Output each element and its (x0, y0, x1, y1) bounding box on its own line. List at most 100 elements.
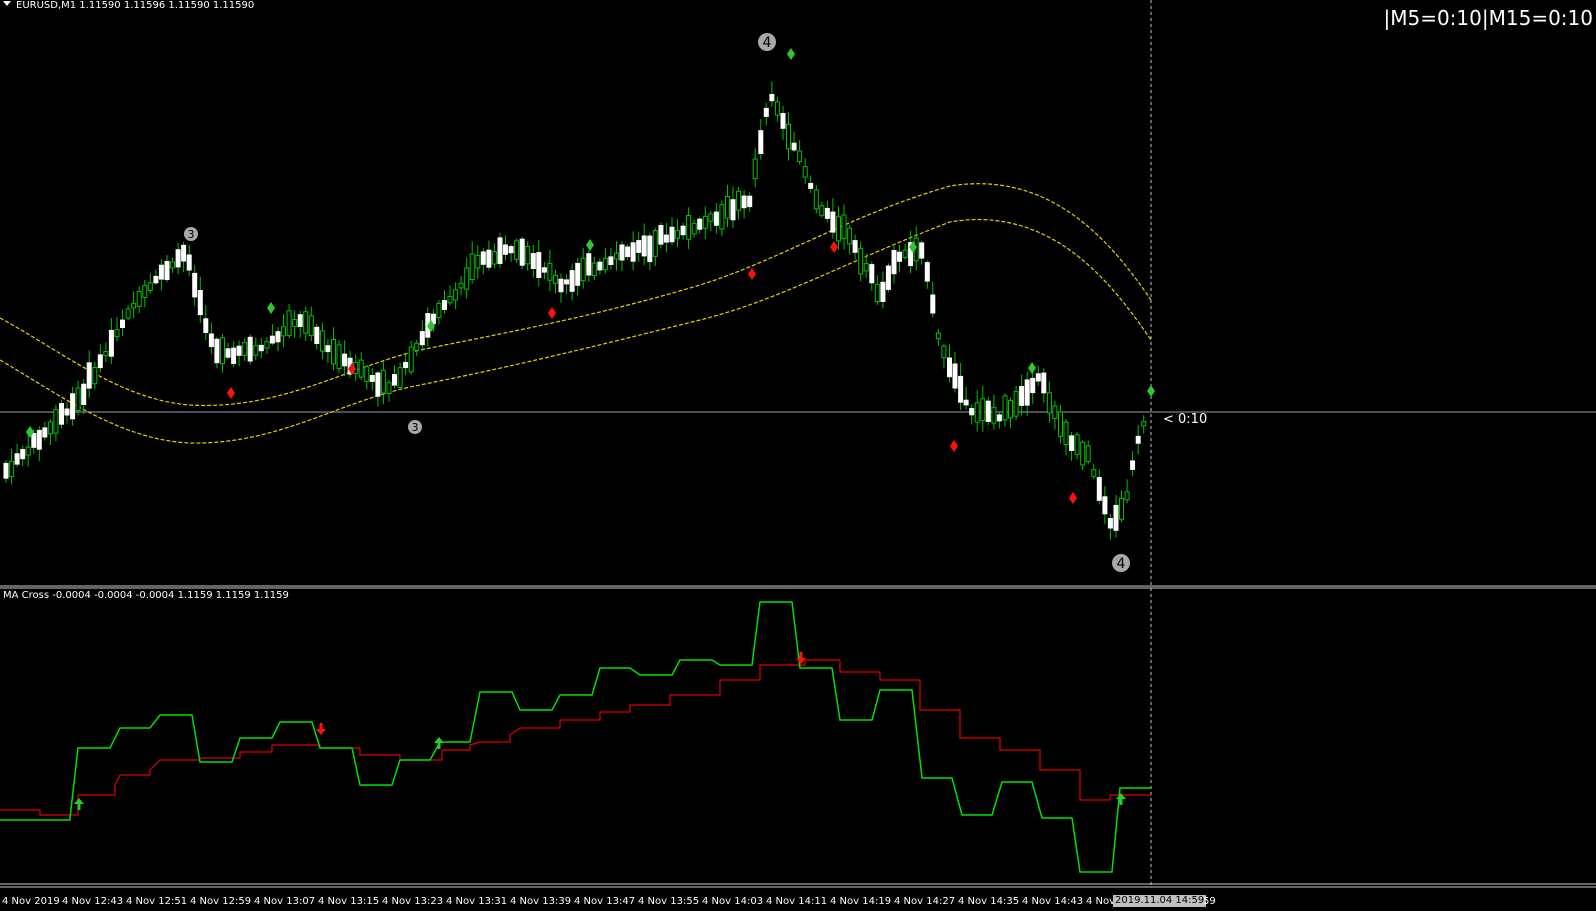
candle-body (780, 113, 786, 129)
candle-body (1041, 372, 1047, 394)
time-axis-tick: 4 Nov 2019 (2, 896, 60, 907)
candle-body (331, 339, 336, 365)
candle-body (763, 107, 769, 117)
candle-body (319, 330, 325, 352)
candle-body (869, 264, 875, 284)
candle-body (891, 250, 897, 275)
candle-body (336, 344, 342, 369)
time-axis-tick: 4 Nov 13:07 (254, 896, 316, 907)
candle-body (469, 253, 475, 280)
candle-body (969, 408, 975, 416)
candle-body (1096, 477, 1102, 501)
candle-body (308, 315, 314, 336)
candle-body (125, 308, 131, 319)
candle-body (614, 252, 619, 260)
candle-body (436, 302, 442, 318)
candle-body (586, 253, 592, 276)
candle-body (919, 242, 925, 259)
time-axis-tick: 4 Nov 14:19 (830, 896, 892, 907)
wave-label-top: 4 (758, 33, 776, 51)
time-axis-tick: 4 Nov 13:31 (446, 896, 508, 907)
candle-body (747, 195, 753, 208)
time-axis-tick: 4 Nov 13:15 (318, 896, 380, 907)
time-axis-tick: 4 Nov 14:11 (766, 896, 828, 907)
candle-body (680, 225, 686, 236)
candle-body (952, 363, 958, 389)
candle-body (569, 270, 575, 292)
candle-body (636, 240, 642, 253)
time-axis-tick: 4 Nov (1086, 896, 1116, 907)
candle-body (314, 326, 320, 344)
candle-body (963, 399, 969, 406)
candle-body (392, 374, 397, 386)
candle-body (597, 261, 603, 271)
candle-body (575, 262, 581, 286)
candle-body (924, 262, 930, 282)
candle-body (802, 166, 808, 178)
candle-body (874, 283, 880, 302)
candle-body (536, 252, 542, 279)
candle-body (97, 354, 103, 369)
candle-body (108, 329, 114, 357)
time-axis-tick-fragment: 59 (1203, 896, 1216, 907)
candle-body (758, 130, 764, 154)
candle-body (142, 285, 148, 298)
time-axis-tick: 4 Nov 13:23 (382, 896, 444, 907)
candle-body (175, 249, 181, 268)
candle-body (297, 314, 303, 328)
symbol-header: EURUSD,M1 1.11590 1.11596 1.11590 1.1159… (3, 0, 254, 12)
candle-body (286, 310, 292, 337)
candle-body (841, 214, 847, 239)
candle-body (996, 414, 1002, 422)
candle-body (652, 230, 658, 257)
candle-body (897, 251, 902, 262)
candle-body (292, 319, 298, 327)
candle-body (658, 225, 664, 245)
candle-body (1035, 373, 1041, 382)
candle-body (830, 211, 836, 233)
time-axis-tick: 4 Nov 13:47 (574, 896, 636, 907)
candle-body (686, 215, 692, 240)
candle-body (991, 406, 997, 424)
candle-body (86, 362, 92, 389)
candle-body (170, 261, 175, 269)
candle-body (808, 182, 814, 189)
candle-body (863, 263, 869, 272)
candle-body (930, 294, 936, 314)
candle-body (497, 237, 503, 264)
candle-body (941, 345, 947, 359)
candle-body (947, 357, 952, 378)
candle-body (1019, 386, 1025, 406)
candle-body (974, 402, 980, 423)
time-axis-tick: 4 Nov 14:43 (1022, 896, 1084, 907)
candle-body (1119, 497, 1124, 520)
wave-label-left-top: 3 (184, 227, 198, 241)
candle-body (491, 251, 497, 265)
time-axis-tick: 4 Nov 14:03 (702, 896, 764, 907)
chart-canvas[interactable]: 4 3 3 4 (0, 0, 1596, 911)
candle-body (47, 421, 53, 435)
candle-body (64, 408, 70, 416)
candle-body (59, 403, 64, 425)
candle-body (1102, 496, 1108, 515)
candle-body (92, 367, 98, 385)
candle-body (242, 342, 248, 356)
candle-body (852, 240, 858, 253)
candle-body (192, 272, 198, 298)
candle-body (258, 344, 264, 352)
candle-body (475, 254, 481, 269)
candle-body (553, 274, 558, 284)
wave-label-mid-bottom: 3 (408, 420, 422, 434)
collapse-triangle-icon[interactable] (3, 1, 11, 6)
candle-body (985, 400, 991, 423)
candle-body (530, 253, 536, 270)
candle-body (453, 289, 459, 301)
candle-body (885, 265, 891, 290)
candle-body (447, 296, 453, 304)
candle-body (53, 409, 59, 434)
candle-body (819, 205, 825, 216)
candle-body (935, 332, 941, 340)
timer-readout: |M5=0:10|M15=0:10 (1383, 6, 1593, 30)
candle-body (419, 331, 425, 346)
candle-body (602, 257, 608, 271)
